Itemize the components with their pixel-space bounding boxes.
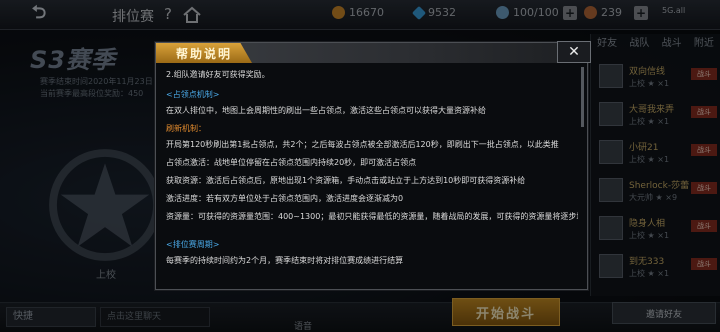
close-button[interactable]: ✕ [557, 41, 591, 63]
close-icon: ✕ [568, 44, 580, 60]
help-line: 2.组队邀请好友可获得奖励。 [166, 70, 270, 79]
help-dialog: 帮助说明 ✕ 2.组队邀请好友可获得奖励。 <占领点机制> 在双人排位中，地图上会周… [155, 41, 591, 290]
help-line: 每赛季的持续时间约为2个月，赛季结束时将对排位赛成绩进行结算 [166, 256, 404, 265]
dialog-header: 帮助说明 [156, 43, 587, 63]
help-line: <排位赛周期> [166, 240, 220, 249]
scrollbar[interactable] [581, 67, 584, 127]
help-line: 激活进度：若有双方单位处于占领点范围内，激活进度会逐渐减为0 [166, 194, 404, 203]
help-line: 资源量：可获得的资源量范围：400~1300；最初只能获得最低的资源量，随着战局… [166, 212, 578, 221]
help-line: 刷新机制： [166, 124, 206, 133]
help-line: 开局第120秒刷出第1批占领点，共2个；之后每波占领点被全部激活后120秒，即刷… [166, 140, 559, 149]
help-line: 在双人排位中，地图上会周期性的刷出一些占领点，激活这些占领点可以获得大量资源补给 [166, 106, 486, 115]
help-line: 占领点激活：战地单位停留在占领点范围内持续20秒，即可激活占领点 [166, 158, 417, 167]
help-line: <占领点机制> [166, 90, 220, 99]
dialog-title-tab: 帮助说明 [156, 43, 252, 63]
help-line: 获取资源：激活后占领点后，原地出现1个资源箱，手动点击或站立于上方达到10秒即可… [166, 176, 526, 185]
help-content: 2.组队邀请好友可获得奖励。 <占领点机制> 在双人排位中，地图上会周期性的刷出一些… [166, 69, 578, 283]
